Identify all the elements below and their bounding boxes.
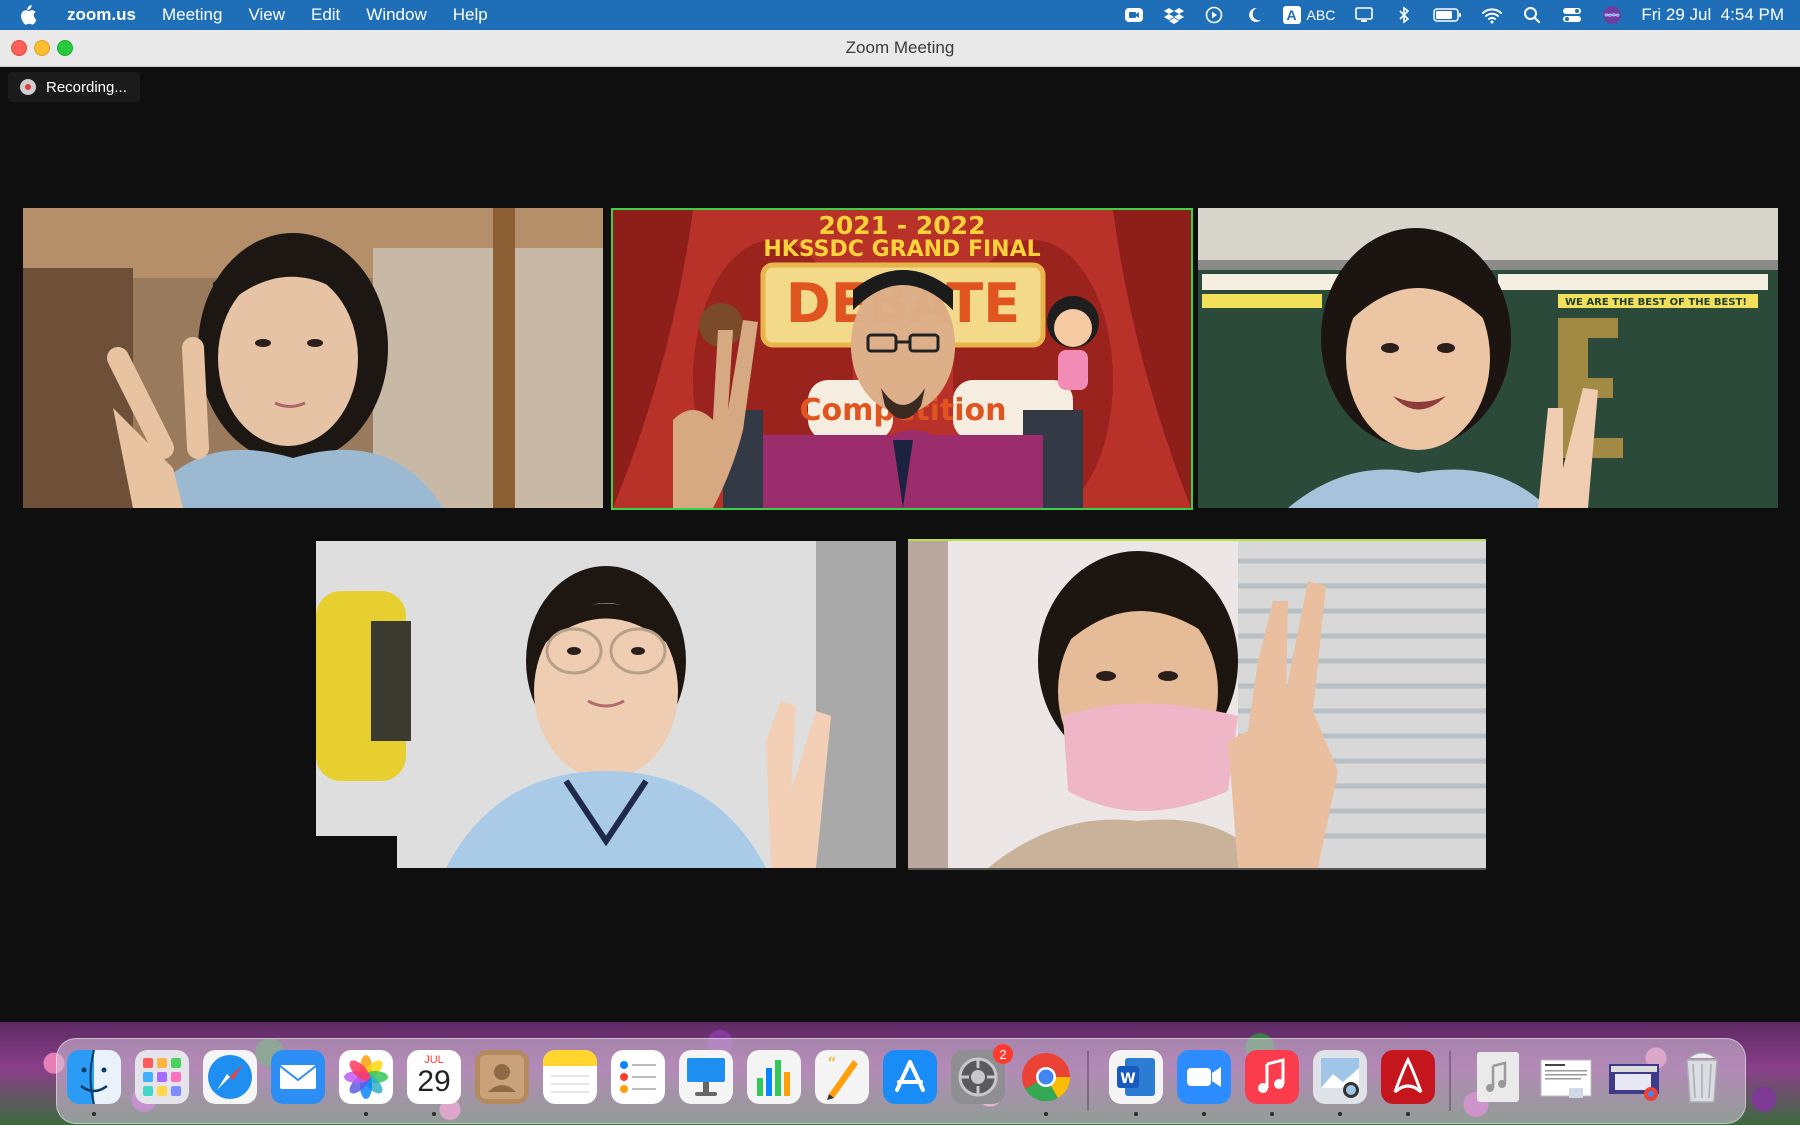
svg-text:“: “: [827, 1054, 836, 1075]
menu-window[interactable]: Window: [353, 0, 439, 30]
dock-running-indicator: [1202, 1112, 1206, 1116]
dock-running-indicator: [432, 1112, 436, 1116]
dock-contacts-icon[interactable]: [475, 1050, 529, 1104]
dock-photos-icon[interactable]: [339, 1050, 393, 1104]
dock-running-indicator: [92, 1112, 96, 1116]
video-tile-host-speaker[interactable]: 2021 - 2022 HKSSDC GRAND FINAL DEBATE Co…: [611, 208, 1193, 510]
input-source-menu[interactable]: A ABC: [1282, 6, 1336, 24]
spotlight-search-icon[interactable]: [1521, 6, 1543, 24]
dock-launchpad-icon[interactable]: [135, 1050, 189, 1104]
participant-1-video: [23, 208, 603, 508]
input-source-label: ABC: [1306, 7, 1336, 23]
dock-separator: [1449, 1051, 1451, 1111]
banner-year: 2021 - 2022: [819, 211, 986, 240]
dock-notes-icon[interactable]: [543, 1050, 597, 1104]
dock-screenshot-thumbnail-icon[interactable]: [1607, 1050, 1661, 1104]
calendar-day: 29: [417, 1065, 451, 1098]
dock-calendar-icon[interactable]: JUL 29: [407, 1050, 461, 1104]
wifi-icon[interactable]: [1481, 6, 1503, 24]
participant-3-video: WE ARE THE BEST OF THE BEST!: [1198, 208, 1778, 508]
dock-running-indicator: [1134, 1112, 1138, 1116]
dock-music-file-icon[interactable]: [1471, 1050, 1525, 1104]
menubar-clock[interactable]: Fri 29 Jul 4:54 PM: [1641, 5, 1784, 25]
board-slogan: WE ARE THE BEST OF THE BEST!: [1565, 297, 1747, 308]
menu-app-name[interactable]: zoom.us: [54, 0, 149, 30]
dock-trash-icon[interactable]: [1675, 1050, 1729, 1104]
video-tile-participant-3[interactable]: WE ARE THE BEST OF THE BEST!: [1198, 208, 1778, 508]
menu-bar: zoom.us Meeting View Edit Window Help A …: [0, 0, 1800, 30]
dock-pages-icon[interactable]: “: [815, 1050, 869, 1104]
window-title-bar: Zoom Meeting: [0, 30, 1800, 67]
recording-dot-icon: [20, 79, 36, 95]
system-preferences-badge: 2: [993, 1044, 1013, 1064]
dock-running-indicator: [1044, 1112, 1048, 1116]
dock-running-indicator: [1270, 1112, 1274, 1116]
bluetooth-icon[interactable]: [1393, 6, 1415, 24]
dock-running-indicator: [364, 1112, 368, 1116]
siri-icon[interactable]: [1601, 6, 1623, 24]
recording-label: Recording...: [46, 78, 127, 96]
dock-acrobat-icon[interactable]: [1381, 1050, 1435, 1104]
dock-music-icon[interactable]: [1245, 1050, 1299, 1104]
dock-numbers-icon[interactable]: [747, 1050, 801, 1104]
window-title: Zoom Meeting: [845, 38, 955, 57]
dock-document-thumbnail-icon[interactable]: [1539, 1050, 1593, 1104]
tile-overlay-cutout: [316, 836, 397, 868]
svg-text:W: W: [1120, 1071, 1135, 1087]
banner-title: HKSSDC GRAND FINAL: [763, 237, 1040, 262]
recording-indicator[interactable]: Recording...: [8, 72, 140, 102]
dock-reminders-icon[interactable]: [611, 1050, 665, 1104]
zoom-camera-status-icon[interactable]: [1123, 6, 1145, 24]
dock-zoom-icon[interactable]: [1177, 1050, 1231, 1104]
participant-4-video: [316, 541, 896, 868]
dock-running-indicator: [1338, 1112, 1342, 1116]
display-icon[interactable]: [1353, 6, 1375, 24]
dock-separator: [1087, 1051, 1089, 1111]
control-center-icon[interactable]: [1561, 6, 1583, 24]
dock: JUL 29 “ 2 W: [56, 1038, 1746, 1124]
dropbox-icon[interactable]: [1163, 6, 1185, 24]
dock-word-icon[interactable]: W: [1109, 1050, 1163, 1104]
dock-running-indicator: [1406, 1112, 1410, 1116]
dock-safari-icon[interactable]: [203, 1050, 257, 1104]
dock-mail-icon[interactable]: [271, 1050, 325, 1104]
participant-5-video: [908, 541, 1486, 868]
play-circle-icon[interactable]: [1203, 6, 1225, 24]
video-tile-participant-4[interactable]: [316, 541, 896, 868]
host-virtual-background: 2021 - 2022 HKSSDC GRAND FINAL DEBATE Co…: [613, 210, 1191, 508]
battery-icon[interactable]: [1433, 6, 1463, 24]
input-source-letter-icon: A: [1282, 6, 1301, 24]
dock-chrome-icon[interactable]: [1019, 1050, 1073, 1104]
menu-view[interactable]: View: [235, 0, 298, 30]
video-tile-participant-1[interactable]: [23, 208, 603, 508]
apple-menu-icon[interactable]: [18, 5, 54, 25]
menu-help[interactable]: Help: [440, 0, 501, 30]
video-tile-participant-5[interactable]: [908, 539, 1486, 870]
menu-meeting[interactable]: Meeting: [149, 0, 235, 30]
dock-keynote-icon[interactable]: [679, 1050, 733, 1104]
menu-edit[interactable]: Edit: [298, 0, 353, 30]
dock-app-store-icon[interactable]: [883, 1050, 937, 1104]
do-not-disturb-moon-icon[interactable]: [1243, 6, 1265, 24]
dock-finder-icon[interactable]: [67, 1050, 121, 1104]
dock-preview-icon[interactable]: [1313, 1050, 1367, 1104]
